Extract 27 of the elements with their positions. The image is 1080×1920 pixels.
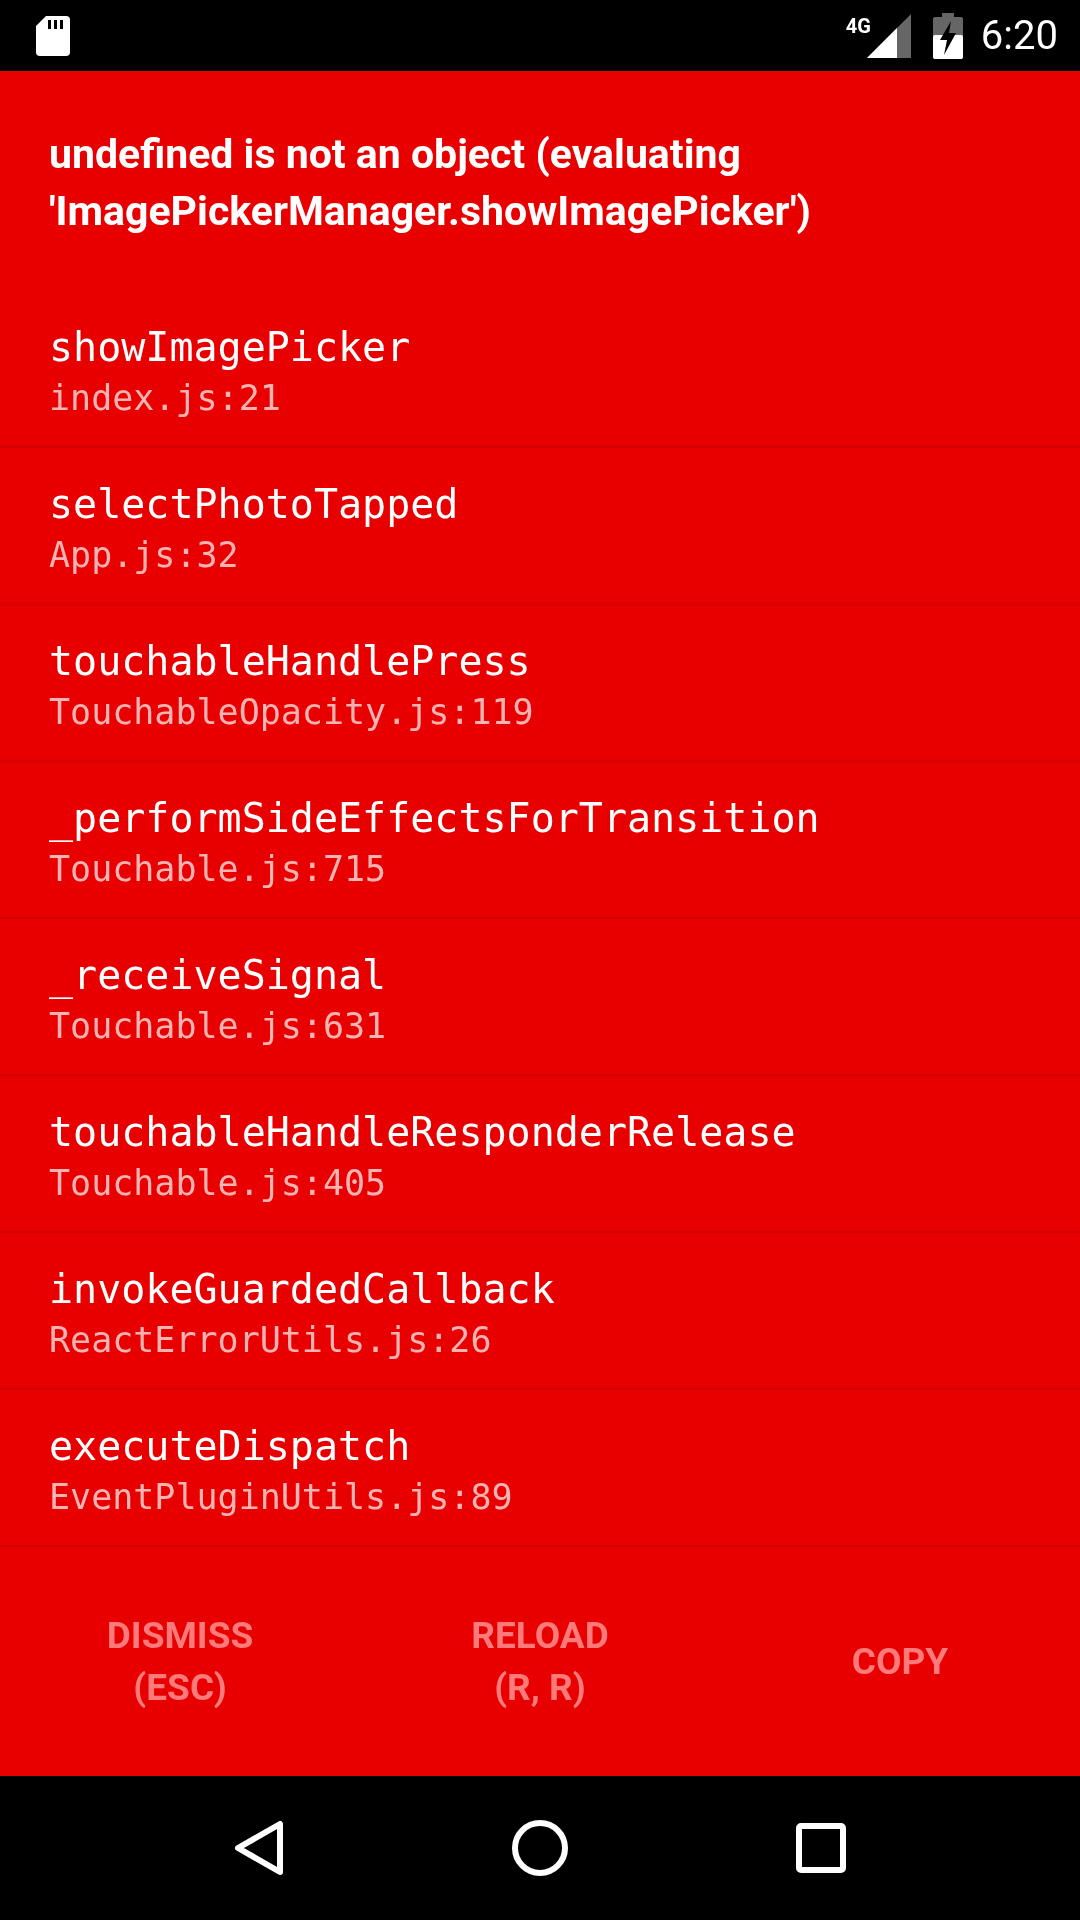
function-name: _receiveSignal [49,951,388,1001]
function-name: touchableHandleResponderRelease [49,1108,797,1157]
function-name: selectPhotoTapped [49,480,460,529]
function-name: touchableHandlePress [49,637,532,686]
function-name: _performSideEffectsForTransition [49,794,821,844]
file-location: ReactErrorUtils.js:26 [49,1319,493,1362]
file-location: Touchable.js:405 [49,1162,388,1205]
function-name: showImagePicker [49,323,412,372]
sd-card-icon [36,15,70,56]
file-location: TouchableOpacity.js:119 [49,691,535,734]
home-icon[interactable] [511,1819,569,1877]
file-location: Touchable.js:631 [49,1005,388,1048]
file-location: index.js:21 [49,377,282,420]
file-location: EventPluginUtils.js:89 [49,1476,514,1519]
error-message: undefined is not an object (evaluating 'ImagePickerManager.showImagePicker') [48,129,812,237]
back-icon[interactable] [233,1820,284,1876]
dismiss-button[interactable]: DISMISS (ESC) [96,1605,264,1718]
function-name: invokeGuardedCallback [49,1265,556,1314]
copy-button[interactable]: COPY [841,1631,959,1692]
file-location: Touchable.js:715 [49,848,388,891]
file-location: App.js:32 [49,534,240,577]
recents-icon[interactable] [796,1823,847,1873]
battery-charging-icon [932,12,963,59]
function-name: executeDispatch [49,1422,412,1471]
reload-button[interactable]: RELOAD (R, R) [461,1605,619,1718]
network-type: 4G [845,14,871,38]
clock-time: 6:20 [980,12,1058,59]
